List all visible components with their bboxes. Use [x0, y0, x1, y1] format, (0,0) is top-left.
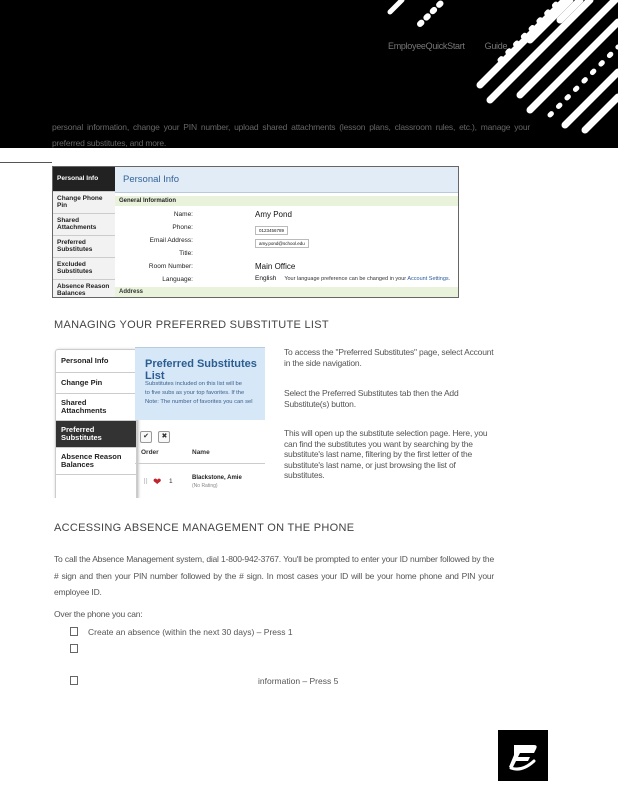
phone-label: Phone:: [172, 224, 193, 231]
language-row: Language: English Your language preferenc…: [115, 274, 458, 287]
bullet-item: Create an absence (within the next 30 da…: [70, 627, 293, 637]
row-rank: 1: [169, 478, 173, 485]
title-row: Title:: [115, 248, 458, 261]
name-value: Amy Pond: [255, 210, 292, 219]
row-rating: (No Rating): [192, 483, 218, 489]
sidebar-item-shared-attachments: Shared Attachments: [53, 214, 115, 236]
divider-line: [0, 162, 52, 163]
accessing-heading: ACCESSING ABSENCE MANAGEMENT ON THE PHON…: [54, 522, 355, 534]
preferred-toolbar: ✔ ✖: [140, 425, 172, 443]
phone-instructions: To call the Absence Management system, d…: [54, 554, 494, 597]
preferred-substitutes-screenshot: Personal Info Change Pin Shared Attachme…: [52, 343, 265, 498]
bullet-item: information – Press 5: [70, 676, 338, 686]
sidebar-item-absence-reason-balances: Absence Reason Balances: [53, 280, 115, 297]
intro-text: personal information, change your PIN nu…: [52, 122, 530, 148]
bullet-icon: [70, 676, 78, 685]
document-title: EmployeeQuickStart Guide: [388, 41, 507, 51]
general-information-header: General Information: [115, 196, 458, 206]
frontline-logo-icon: [498, 730, 548, 781]
title-label: Title:: [179, 250, 193, 257]
preferred-title: Preferred Substitutes List: [145, 358, 257, 382]
phone-row: Phone: 0123456789: [115, 222, 458, 235]
language-text: English: [255, 275, 277, 282]
sidebar-item-change-phone-pin: Change Phone Pin: [53, 192, 115, 214]
bullet-text-3: information – Press 5: [258, 676, 339, 686]
desc-line-2: to five subs as your top favorites. If t…: [145, 390, 245, 396]
bullet-text-1: Create an absence (within the next 30 da…: [88, 627, 293, 637]
drag-handle-icon: ⠿: [143, 479, 149, 486]
personal-info-screenshot: Personal Info Change Phone Pin Shared At…: [52, 166, 459, 298]
name-row: Name: Amy Pond: [115, 209, 458, 222]
desc-line-1: Substitutes included on this list will b…: [145, 381, 242, 387]
sidebar-item-excluded-substitutes: Excluded Substitutes: [53, 258, 115, 280]
language-label: Language:: [162, 276, 193, 283]
row-name: Blackstone, Amie: [192, 475, 242, 481]
sidebar-item-personal-info: Personal Info: [53, 167, 115, 192]
doc-title-main: EmployeeQuickStart: [388, 41, 465, 51]
sidebar-item-personal-info: Personal Info: [56, 350, 136, 373]
address-section-header: Address: [115, 287, 458, 297]
preferred-sidebar: Personal Info Change Pin Shared Attachme…: [55, 349, 137, 498]
personal-sidebar: Personal Info Change Phone Pin Shared At…: [53, 167, 116, 297]
preferred-description: Substitutes included on this list will b…: [145, 380, 265, 407]
paragraph-select: Select the Preferred Substitutes tab the…: [284, 388, 459, 409]
desc-line-3: Note: The number of favorites you can se…: [145, 399, 253, 405]
column-name: Name: [192, 449, 210, 456]
language-value: English Your language preference can be c…: [255, 275, 450, 282]
sidebar-item-change-pin: Change Pin: [56, 373, 136, 394]
language-note: Your language preference can be changed …: [284, 276, 450, 282]
room-value: Main Office: [255, 262, 296, 271]
language-note-text: Your language preference can be changed …: [284, 276, 407, 282]
sidebar-item-absence-reason-balances: Absence Reason Balances: [56, 448, 136, 475]
over-phone-intro: Over the phone you can:: [54, 609, 143, 619]
bullet-icon: [70, 644, 78, 653]
preferred-main-panel: Preferred Substitutes List Substitutes i…: [135, 343, 265, 498]
preferred-header: Preferred Substitutes List Substitutes i…: [135, 347, 265, 420]
heart-icon: ❤: [153, 477, 162, 488]
account-settings-link: Account Settings.: [407, 276, 451, 282]
room-row: Room Number: Main Office: [115, 261, 458, 274]
paragraph-selection-page: This will open up the substitute selecti…: [284, 428, 488, 480]
check-icon: ✔: [140, 431, 152, 443]
sidebar-item-preferred-substitutes: Preferred Substitutes: [56, 421, 136, 448]
email-row: Email Address: amy.pond@school.edu: [115, 235, 458, 248]
doc-title-suffix: Guide: [484, 41, 508, 51]
column-order: Order: [141, 449, 159, 456]
managing-heading: MANAGING YOUR PREFERRED SUBSTITUTE LIST: [54, 319, 329, 331]
paragraph-access: To access the "Preferred Substitutes" pa…: [284, 347, 494, 368]
table-divider: [135, 463, 265, 464]
bullet-icon: [70, 627, 78, 636]
personal-main-panel: Personal Info General Information Name: …: [115, 167, 458, 297]
sidebar-item-preferred-substitutes: Preferred Substitutes: [53, 236, 115, 258]
bullet-item: [70, 644, 88, 654]
name-label: Name:: [173, 211, 193, 218]
phone-value: 0123456789: [255, 226, 289, 235]
room-label: Room Number:: [148, 263, 193, 270]
email-value: amy.pond@school.edu: [255, 239, 309, 248]
email-label: Email Address:: [149, 237, 193, 244]
personal-info-title: Personal Info: [115, 167, 458, 193]
sidebar-item-shared-attachments: Shared Attachments: [56, 394, 136, 421]
close-icon: ✖: [158, 431, 171, 443]
